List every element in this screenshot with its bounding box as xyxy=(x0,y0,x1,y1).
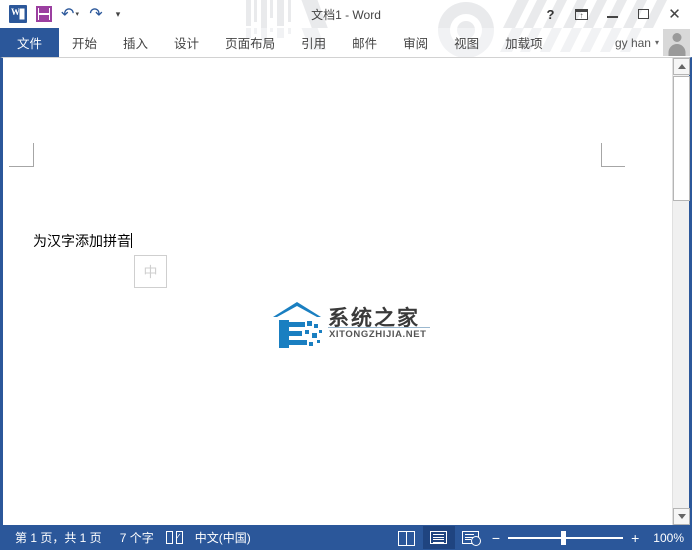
print-layout-icon xyxy=(430,531,448,544)
web-layout-icon xyxy=(462,531,482,546)
tab-references[interactable]: 引用 xyxy=(288,28,339,57)
site-watermark-logo: 系统之家 XITONGZHIJIA.NET xyxy=(271,300,431,352)
zoom-level[interactable]: 100% xyxy=(644,531,684,545)
read-mode-view-button[interactable] xyxy=(391,526,423,549)
zoom-slider-thumb[interactable] xyxy=(561,530,567,545)
word-window: ↶▾ ↷ ▾ 文档1 - Word ? ✕ xyxy=(0,0,692,550)
triangle-up-icon xyxy=(677,64,686,69)
text-cursor xyxy=(131,233,132,248)
title-bar: ↶▾ ↷ ▾ 文档1 - Word ? ✕ xyxy=(0,0,692,28)
window-controls: ? ✕ xyxy=(535,0,690,28)
help-button[interactable]: ? xyxy=(535,1,566,27)
document-page[interactable]: 为汉字添加拼音 中 系统之家 XITONGZHIJIA.NET xyxy=(3,58,672,525)
scroll-up-button[interactable] xyxy=(673,58,690,75)
tab-addins[interactable]: 加载项 xyxy=(492,28,556,57)
customize-qat-icon[interactable]: ▾ xyxy=(109,2,127,26)
save-icon[interactable] xyxy=(31,2,57,26)
print-layout-view-button[interactable] xyxy=(422,526,455,549)
vertical-scrollbar[interactable] xyxy=(672,58,690,525)
watermark-domain-text: XITONGZHIJIA.NET xyxy=(329,329,427,340)
ime-indicator: 中 xyxy=(134,255,167,288)
web-layout-view-button[interactable] xyxy=(455,526,487,549)
tab-page-layout[interactable]: 页面布局 xyxy=(212,28,288,57)
status-bar: 第 1 页，共 1 页 7 个字 ✓ 中文(中国) − + 100% xyxy=(0,525,692,550)
word-count[interactable]: 7 个字 xyxy=(111,529,163,546)
scroll-down-button[interactable] xyxy=(673,508,690,525)
account-name: gy han xyxy=(614,35,651,50)
undo-icon[interactable]: ↶ ▾ xyxy=(57,2,83,26)
ribbon-tabs: 文件 开始 插入 设计 页面布局 引用 邮件 审阅 视图 加载项 xyxy=(0,28,556,57)
tab-home[interactable]: 开始 xyxy=(59,28,110,57)
watermark-divider xyxy=(328,327,430,328)
status-bar-left: 第 1 页，共 1 页 7 个字 ✓ 中文(中国) xyxy=(0,529,260,546)
tab-insert[interactable]: 插入 xyxy=(110,28,161,57)
tab-mailings[interactable]: 邮件 xyxy=(339,28,390,57)
avatar[interactable] xyxy=(663,29,690,56)
tab-file[interactable]: 文件 xyxy=(0,28,60,57)
status-bar-right: − + 100% xyxy=(391,526,692,549)
quick-access-toolbar: ↶▾ ↷ ▾ xyxy=(0,0,127,28)
ribbon-tab-bar: 文件 开始 插入 设计 页面布局 引用 邮件 审阅 视图 加载项 gy han … xyxy=(0,28,692,57)
zoom-in-button[interactable]: + xyxy=(626,531,644,545)
tab-design[interactable]: 设计 xyxy=(161,28,212,57)
redo-icon[interactable]: ↷ xyxy=(83,2,109,26)
tab-review[interactable]: 审阅 xyxy=(390,28,441,57)
vertical-scroll-thumb[interactable] xyxy=(673,76,690,201)
document-body-text[interactable]: 为汉字添加拼音 xyxy=(33,231,132,251)
page-indicator[interactable]: 第 1 页，共 1 页 xyxy=(6,529,111,546)
triangle-down-icon xyxy=(677,514,686,519)
document-workspace: 为汉字添加拼音 中 系统之家 XITONGZHIJIA.NET xyxy=(0,57,692,525)
zoom-slider[interactable] xyxy=(508,530,624,545)
ribbon-display-options-icon[interactable] xyxy=(566,1,597,27)
language-indicator[interactable]: 中文(中国) xyxy=(186,529,260,546)
zoom-out-button[interactable]: − xyxy=(487,531,505,545)
proofing-errors-icon[interactable]: ✓ xyxy=(165,530,183,545)
tab-view[interactable]: 视图 xyxy=(441,28,492,57)
chevron-down-icon[interactable]: ▾ xyxy=(655,38,659,47)
read-mode-icon xyxy=(398,531,416,546)
word-app-icon[interactable] xyxy=(5,2,31,26)
maximize-button[interactable] xyxy=(628,1,659,27)
body-text-run: 为汉字添加拼音 xyxy=(33,234,131,250)
house-logo-icon xyxy=(273,302,322,348)
account-area[interactable]: gy han ▾ xyxy=(615,28,692,57)
close-button[interactable]: ✕ xyxy=(659,1,690,27)
minimize-button[interactable] xyxy=(597,1,628,27)
